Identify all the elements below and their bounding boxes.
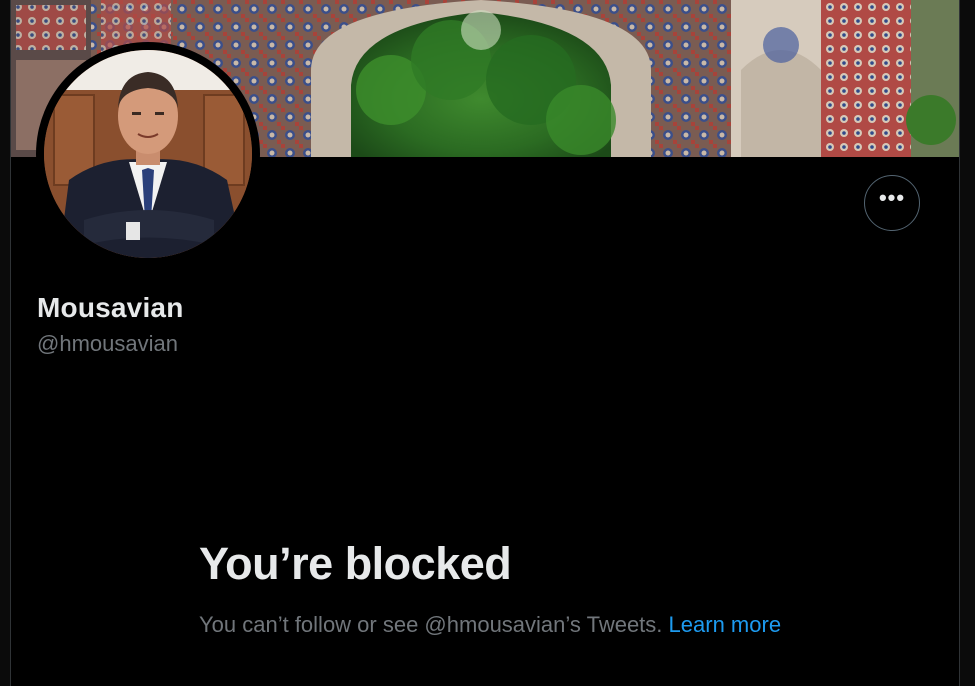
blocked-message-text: You can’t follow or see @hmousavian’s Tw… [199, 612, 663, 637]
blocked-title: You’re blocked [199, 538, 512, 589]
avatar-photo [44, 50, 252, 258]
more-options-button[interactable]: ••• [864, 175, 920, 231]
profile-page: ••• Mousavian @hmousavian You’re blocked… [0, 0, 975, 686]
profile-avatar[interactable] [36, 42, 260, 266]
blocked-message: You can’t follow or see @hmousavian’s Tw… [199, 609, 799, 641]
column-border-right [959, 0, 960, 686]
profile-handle: @hmousavian [37, 331, 178, 356]
learn-more-link[interactable]: Learn more [669, 612, 782, 637]
left-gutter [0, 0, 10, 686]
right-gutter [960, 0, 975, 686]
profile-display-name: Mousavian [37, 292, 184, 323]
more-horizontal-icon: ••• [878, 185, 906, 210]
